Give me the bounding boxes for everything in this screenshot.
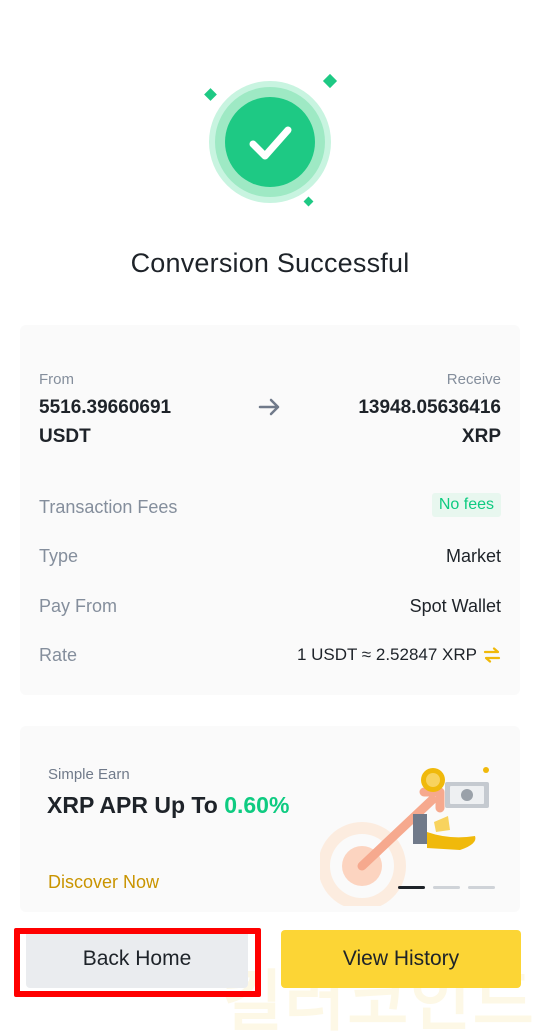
rate-value: 1 USDT ≈ 2.52847 XRP	[296, 645, 477, 664]
carousel-dot[interactable]	[468, 886, 495, 889]
pay-from-label: Pay From	[39, 596, 118, 616]
view-history-button[interactable]: View History	[281, 930, 521, 988]
simple-earn-promo-card[interactable]: Simple Earn XRP APR Up To 0.60% Discover…	[20, 726, 520, 912]
promo-apr: 0.60%	[224, 792, 290, 818]
from-amount: 5516.39660691	[39, 397, 172, 418]
from-label: From	[39, 371, 74, 388]
rate-value-group: 1 USDT ≈ 2.52847 XRP	[297, 645, 501, 665]
receive-amount: 13948.05636416	[358, 397, 501, 418]
no-fees-badge: No fees	[431, 493, 501, 517]
promo-eyebrow: Simple Earn	[48, 766, 130, 783]
type-label: Type	[39, 546, 79, 566]
fees-row: Transaction Fees No fees	[39, 493, 501, 521]
pay-from-row: Pay From Spot Wallet	[39, 596, 501, 620]
carousel-dot[interactable]	[398, 886, 425, 889]
promo-title: XRP APR Up To 0.60%	[47, 792, 289, 819]
rate-label: Rate	[39, 645, 78, 665]
page-title: Conversion Successful	[130, 248, 410, 278]
type-value: Market	[445, 546, 501, 566]
type-row: Type Market	[39, 546, 501, 570]
conversion-details-card: From Receive 5516.39660691 USDT 13948.05…	[20, 325, 520, 695]
arrow-right-icon	[258, 398, 280, 416]
receive-currency: XRP	[461, 426, 501, 447]
carousel-dot[interactable]	[433, 886, 460, 889]
success-check-icon	[204, 73, 338, 207]
carousel-indicator[interactable]	[398, 886, 495, 889]
promo-title-text: XRP APR Up To	[47, 792, 225, 818]
discover-now-link[interactable]: Discover Now	[48, 872, 159, 893]
receive-label: Receive	[446, 371, 501, 388]
highlight-annotation-box	[14, 928, 261, 997]
success-badge	[200, 70, 340, 210]
from-currency: USDT	[39, 426, 91, 447]
fees-label: Transaction Fees	[39, 497, 178, 517]
rate-row: Rate 1 USDT ≈ 2.52847 XRP	[39, 645, 501, 669]
swap-icon[interactable]	[483, 647, 501, 663]
pay-from-value: Spot Wallet	[409, 596, 501, 616]
earn-growth-illustration	[320, 767, 489, 906]
